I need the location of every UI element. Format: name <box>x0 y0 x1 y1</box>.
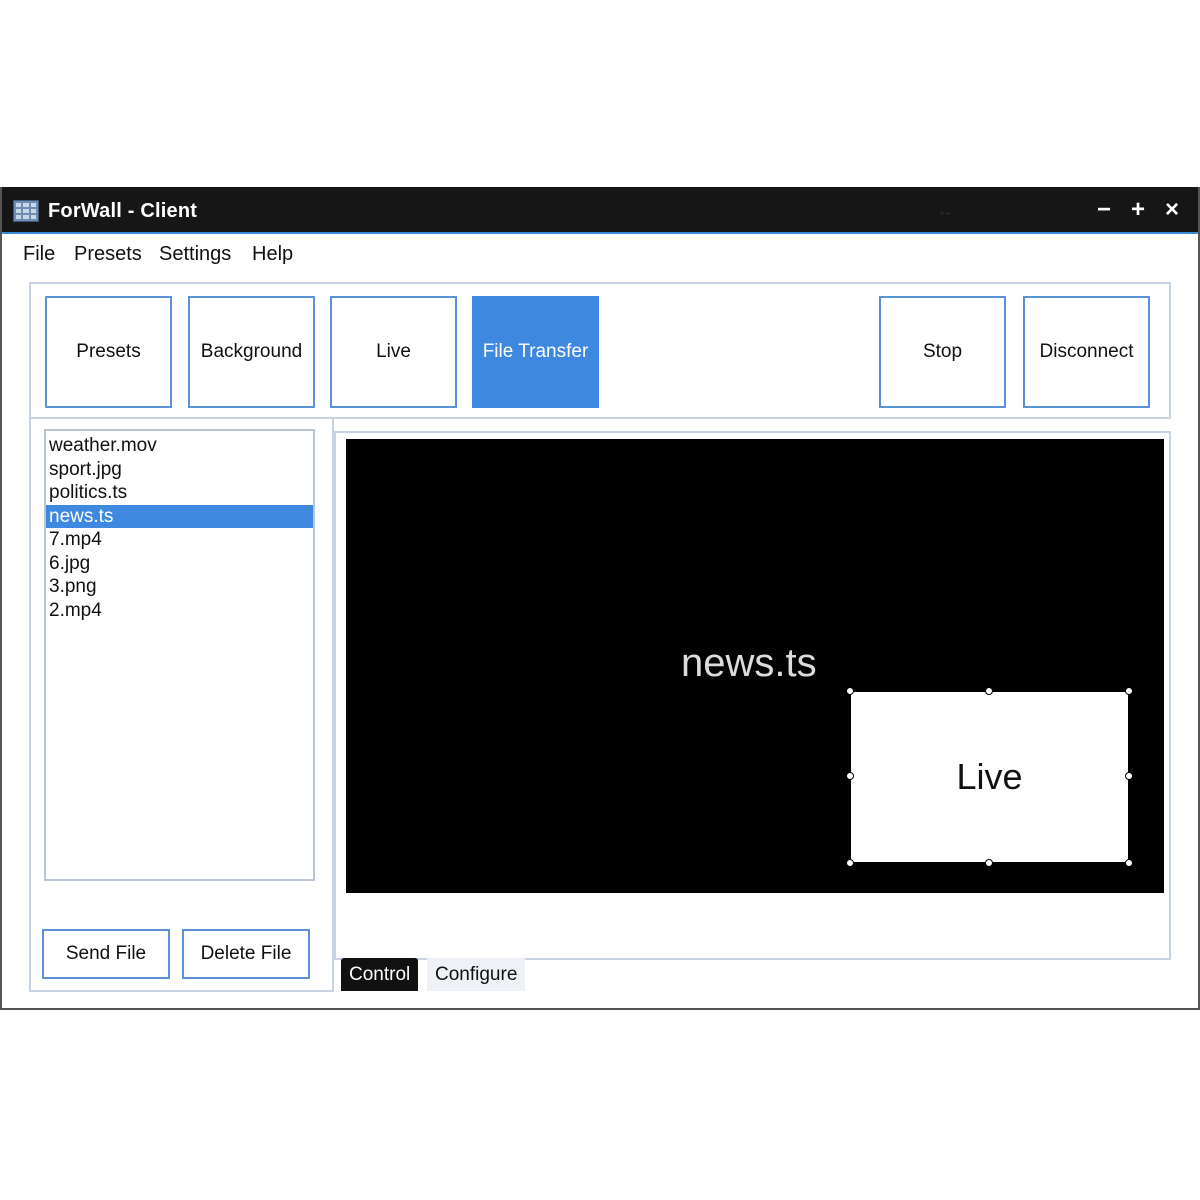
file-panel: weather.mov sport.jpg politics.ts news.t… <box>29 419 334 992</box>
menu-bar: File Presets Settings Help <box>2 237 1198 273</box>
resize-handle-bottom-left[interactable] <box>846 859 854 867</box>
resize-arrows-icon: ↔ <box>937 203 953 220</box>
menu-presets[interactable]: Presets <box>74 243 142 266</box>
maximize-button[interactable]: + <box>1124 196 1152 224</box>
file-item-news[interactable]: news.ts <box>46 504 313 528</box>
tab-configure[interactable]: Configure <box>427 958 526 991</box>
background-button[interactable]: Background <box>188 296 315 408</box>
preview-file-label: news.ts <box>681 641 817 685</box>
disconnect-button[interactable]: Disconnect <box>1023 296 1150 408</box>
file-transfer-button[interactable]: File Transfer <box>472 296 599 408</box>
file-item-politics[interactable]: politics.ts <box>46 481 313 505</box>
title-bar[interactable]: ForWall - Client ↔ − + × <box>2 187 1198 234</box>
app-grid-icon <box>13 200 39 222</box>
stop-button[interactable]: Stop <box>879 296 1006 408</box>
menu-settings[interactable]: Settings <box>159 243 231 266</box>
resize-handle-top-left[interactable] <box>846 687 854 695</box>
resize-handle-bottom-right[interactable] <box>1125 859 1133 867</box>
wall-preview-canvas[interactable]: news.ts Live <box>346 439 1164 893</box>
file-item-3-png[interactable]: 3.png <box>46 575 313 599</box>
file-item-6-jpg[interactable]: 6.jpg <box>46 552 313 576</box>
file-item-2-mp4[interactable]: 2.mp4 <box>46 599 313 623</box>
resize-handle-left[interactable] <box>846 772 854 780</box>
file-item-7-mp4[interactable]: 7.mp4 <box>46 528 313 552</box>
send-file-button[interactable]: Send File <box>42 929 170 979</box>
menu-help[interactable]: Help <box>252 243 293 266</box>
resize-handle-top[interactable] <box>985 687 993 695</box>
delete-file-button[interactable]: Delete File <box>182 929 310 979</box>
resize-handle-right[interactable] <box>1125 772 1133 780</box>
live-overlay-label: Live <box>956 756 1023 797</box>
resize-handle-top-right[interactable] <box>1125 687 1133 695</box>
minimize-button[interactable]: − <box>1090 196 1118 224</box>
live-button[interactable]: Live <box>330 296 457 408</box>
file-item-weather[interactable]: weather.mov <box>46 434 313 458</box>
live-overlay-region[interactable]: Live <box>846 687 1133 867</box>
resize-handle-bottom[interactable] <box>985 859 993 867</box>
window-title: ForWall - Client <box>48 200 198 222</box>
tab-control[interactable]: Control <box>341 958 419 991</box>
file-list[interactable]: weather.mov sport.jpg politics.ts news.t… <box>44 429 315 881</box>
close-button[interactable]: × <box>1158 196 1186 224</box>
file-item-sport[interactable]: sport.jpg <box>46 458 313 482</box>
toolbar-panel: Presets Background Live File Transfer St… <box>29 282 1171 419</box>
app-window: ForWall - Client ↔ − + × File Presets Se… <box>0 187 1200 1010</box>
preview-panel: news.ts Live <box>334 431 1171 960</box>
presets-button[interactable]: Presets <box>45 296 172 408</box>
menu-file[interactable]: File <box>23 243 55 266</box>
